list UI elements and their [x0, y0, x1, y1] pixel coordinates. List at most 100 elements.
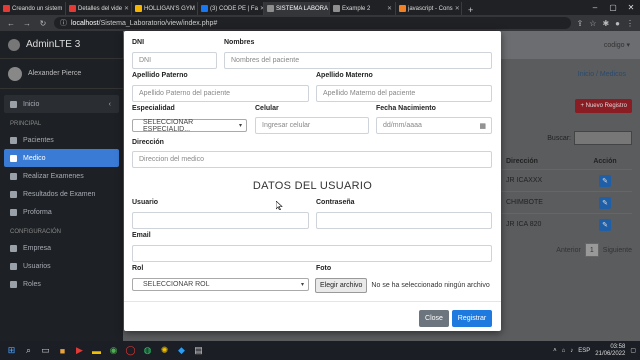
toolbar-icons: ⇪ ☆ ✱ ● ⋮ — [577, 19, 634, 28]
browser-tab[interactable]: Example 2 ✕ — [330, 2, 396, 15]
background-page: codigo ▾ Inicio / Medicos + Nuevo Regist… — [500, 31, 640, 341]
url-host: localhost — [71, 19, 99, 27]
volume-icon[interactable]: ♪ — [570, 348, 573, 354]
browser-tab[interactable]: HOLLIGAN'S GYM✕ — [132, 2, 198, 15]
favicon-icon — [267, 5, 274, 12]
folder-icon[interactable]: ▬ — [89, 343, 104, 358]
ap-materno-input[interactable]: Apellido Materno del paciente — [316, 85, 492, 102]
close-tab-icon[interactable]: ✕ — [124, 5, 129, 12]
clock[interactable]: 03:58 21/06/2022 — [595, 344, 625, 358]
tab-title: (3) CODE PE | Fa — [210, 5, 258, 12]
close-tab-icon[interactable]: ✕ — [387, 5, 392, 12]
sidebar-item[interactable]: Empresa — [0, 239, 123, 257]
ap-materno-label: Apellido Materno — [316, 72, 373, 79]
edit-icon[interactable]: ✎ — [599, 218, 611, 231]
usuario-input[interactable] — [132, 212, 309, 229]
vscode-icon[interactable]: ◆ — [174, 343, 189, 358]
rol-select[interactable]: SELECCIONAR ROL ▾ — [132, 278, 309, 291]
browser-tab[interactable]: (3) CODE PE | Fa✕ — [198, 2, 264, 15]
sidebar-item-inicio[interactable]: Inicio ‹ — [4, 95, 119, 113]
nombres-input[interactable]: Nombres del paciente — [224, 52, 492, 69]
menu-icon[interactable]: ⋮ — [626, 19, 634, 28]
bookmark-icon[interactable]: ☆ — [589, 19, 596, 28]
minimize-icon[interactable]: – — [586, 0, 604, 15]
chevron-down-icon: ▾ — [300, 282, 304, 288]
choose-file-button[interactable]: Elegir archivo — [315, 278, 368, 293]
user-panel[interactable]: Alexander Pierce — [0, 59, 123, 89]
windows-start-icon[interactable]: ⊞ — [4, 343, 19, 358]
email-input[interactable] — [132, 245, 492, 262]
reload-icon[interactable]: ↻ — [38, 19, 48, 28]
cell-accion: ✎ — [580, 218, 630, 231]
sidebar-item[interactable]: Resultados de Examen — [0, 185, 123, 203]
tab-title: HOLLIGAN'S GYM — [144, 5, 195, 12]
address-bar: ← → ↻ ⓘ localhost/Sistema_Laboratorio/vi… — [0, 15, 640, 31]
edit-icon[interactable]: ✎ — [599, 196, 611, 209]
file-explorer-icon[interactable]: ■ — [55, 343, 70, 358]
url-field[interactable]: ⓘ localhost/Sistema_Laboratorio/view/ind… — [54, 17, 571, 29]
sidebar-item[interactable]: Medico — [4, 149, 119, 167]
favicon-icon — [201, 5, 208, 12]
share-icon[interactable]: ⇪ — [577, 19, 584, 28]
mouse-cursor-icon — [276, 201, 283, 210]
fecha-input[interactable]: dd/mm/aaaa ▦ — [376, 117, 492, 134]
register-button[interactable]: Registrar — [452, 310, 492, 327]
pager-page[interactable]: 1 — [584, 243, 599, 257]
especialidad-select[interactable]: SELECCIONAR ESPECIALID... ▾ — [132, 119, 247, 133]
sidebar-item[interactable]: Pacientes — [0, 131, 123, 149]
maximize-icon[interactable]: ▢ — [604, 0, 622, 15]
close-window-icon[interactable]: ✕ — [622, 0, 640, 15]
new-record-button[interactable]: + Nuevo Registro — [575, 99, 632, 113]
sidebar-item[interactable]: Proforma — [0, 203, 123, 221]
whatsapp-icon[interactable]: ◍ — [140, 343, 155, 358]
network-icon[interactable]: ⌂ — [562, 348, 566, 354]
opera-icon[interactable]: ◯ — [123, 343, 138, 358]
task-view-icon[interactable]: ▭ — [38, 343, 53, 358]
breadcrumb[interactable]: Inicio / Medicos — [578, 71, 626, 78]
fecha-placeholder: dd/mm/aaaa — [383, 122, 422, 129]
dni-input[interactable]: DNI — [132, 52, 217, 69]
pager-prev[interactable]: Anterior — [556, 247, 581, 254]
url-path: /Sistema_Laboratorio/view/index.php# — [98, 19, 218, 27]
profile-icon[interactable]: ● — [615, 19, 620, 28]
extension-icon[interactable]: ✱ — [602, 19, 609, 28]
user-menu[interactable]: codigo ▾ — [604, 41, 630, 49]
search-input[interactable] — [574, 131, 632, 145]
cell-direccion: JR ICAXXX — [506, 177, 543, 184]
browser-tab[interactable]: javascript - Cons ✕ — [396, 2, 462, 15]
media-icon[interactable]: ▶ — [72, 343, 87, 358]
brand-text: AdminLTE 3 — [26, 39, 81, 50]
language-indicator[interactable]: ESP — [578, 348, 590, 354]
new-tab-button[interactable]: + — [462, 5, 479, 15]
browser-tab[interactable]: SISTEMA LABORA✕ — [264, 2, 330, 15]
brand-logo — [8, 38, 20, 51]
close-tab-icon[interactable]: ✕ — [455, 5, 460, 12]
browser-tab[interactable]: Creando un sistem✕ — [0, 2, 66, 15]
menu-icon — [10, 280, 17, 288]
brand[interactable]: AdminLTE 3 — [0, 31, 123, 59]
back-icon[interactable]: ← — [6, 19, 16, 28]
chrome-icon[interactable]: ◉ — [106, 343, 121, 358]
browser-tabbar: Creando un sistem✕Detalles del vide✕HOLL… — [0, 0, 640, 15]
edit-icon[interactable]: ✎ — [599, 174, 611, 187]
notification-icon[interactable]: ▢ — [630, 347, 636, 354]
celular-input[interactable]: Ingresar celular — [255, 117, 369, 134]
ap-paterno-input[interactable]: Apellido Paterno del paciente — [132, 85, 309, 102]
sidebar-item[interactable]: Usuarios — [0, 257, 123, 275]
search-icon[interactable]: ⌕ — [21, 343, 36, 358]
favicon-icon — [333, 5, 340, 12]
xampp-icon[interactable]: ✺ — [157, 343, 172, 358]
chevron-up-icon[interactable]: ˄ — [553, 348, 557, 354]
sidebar-item[interactable]: Roles — [0, 275, 123, 293]
app-icon[interactable]: ▤ — [191, 343, 206, 358]
sidebar-item[interactable]: Realizar Examenes — [0, 167, 123, 185]
close-button[interactable]: Close — [419, 310, 449, 327]
pager-next[interactable]: Siguiente — [603, 247, 632, 254]
direccion-input[interactable]: Direccion del medico — [132, 151, 492, 168]
pagination: Anterior 1 Siguiente — [556, 243, 632, 257]
tab-title: Creando un sistem — [12, 5, 63, 12]
browser-tab[interactable]: Detalles del vide ✕ — [66, 2, 132, 15]
contrasena-input[interactable] — [316, 212, 492, 229]
forward-icon[interactable]: → — [22, 19, 32, 28]
calendar-icon[interactable]: ▦ — [479, 122, 486, 130]
